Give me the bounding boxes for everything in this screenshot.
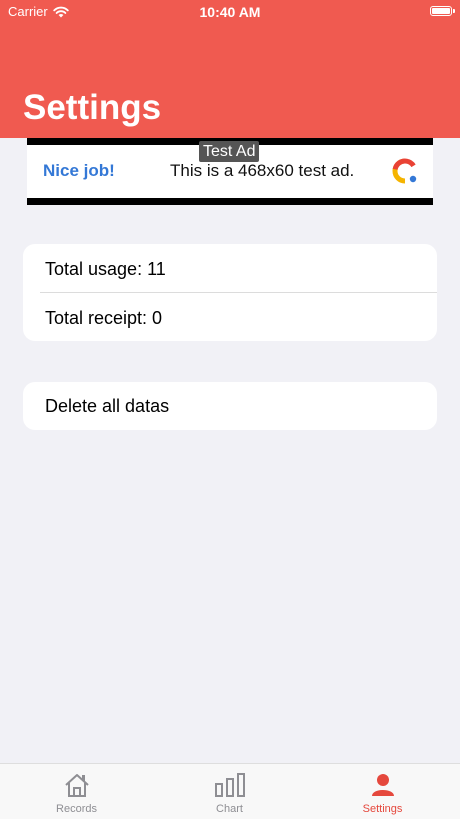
tab-records[interactable]: Records	[0, 764, 153, 819]
test-ad-badge: Test Ad	[199, 141, 260, 162]
tab-bar: Records Chart Settings	[0, 763, 460, 819]
header: Carrier 10:40 AM Settings	[0, 0, 460, 138]
stats-card: Total usage: 11 Total receipt: 0	[23, 244, 437, 341]
total-receipt-label: Total receipt: 0	[45, 308, 163, 328]
tab-settings-label: Settings	[362, 803, 403, 815]
ad-logo-icon	[392, 158, 418, 184]
status-bar: Carrier 10:40 AM	[0, 0, 460, 24]
delete-all-button[interactable]: Delete all datas	[23, 382, 437, 430]
page-title: Settings	[23, 88, 162, 127]
divider	[40, 292, 437, 293]
person-icon	[371, 774, 394, 796]
ad-headline[interactable]: Nice job!	[43, 161, 115, 181]
ad-body-text: This is a 468x60 test ad.	[170, 161, 355, 180]
total-usage-label: Total usage: 11	[45, 259, 166, 279]
house-icon	[64, 774, 89, 797]
clock: 10:40 AM	[199, 4, 261, 20]
battery-icon	[430, 6, 455, 16]
delete-all-label: Delete all datas	[45, 396, 170, 416]
bar-chart-icon	[214, 773, 245, 797]
tab-chart-label: Chart	[216, 803, 243, 815]
tab-chart[interactable]: Chart	[153, 764, 306, 819]
tab-records-label: Records	[56, 803, 97, 815]
tab-settings[interactable]: Settings	[306, 764, 459, 819]
